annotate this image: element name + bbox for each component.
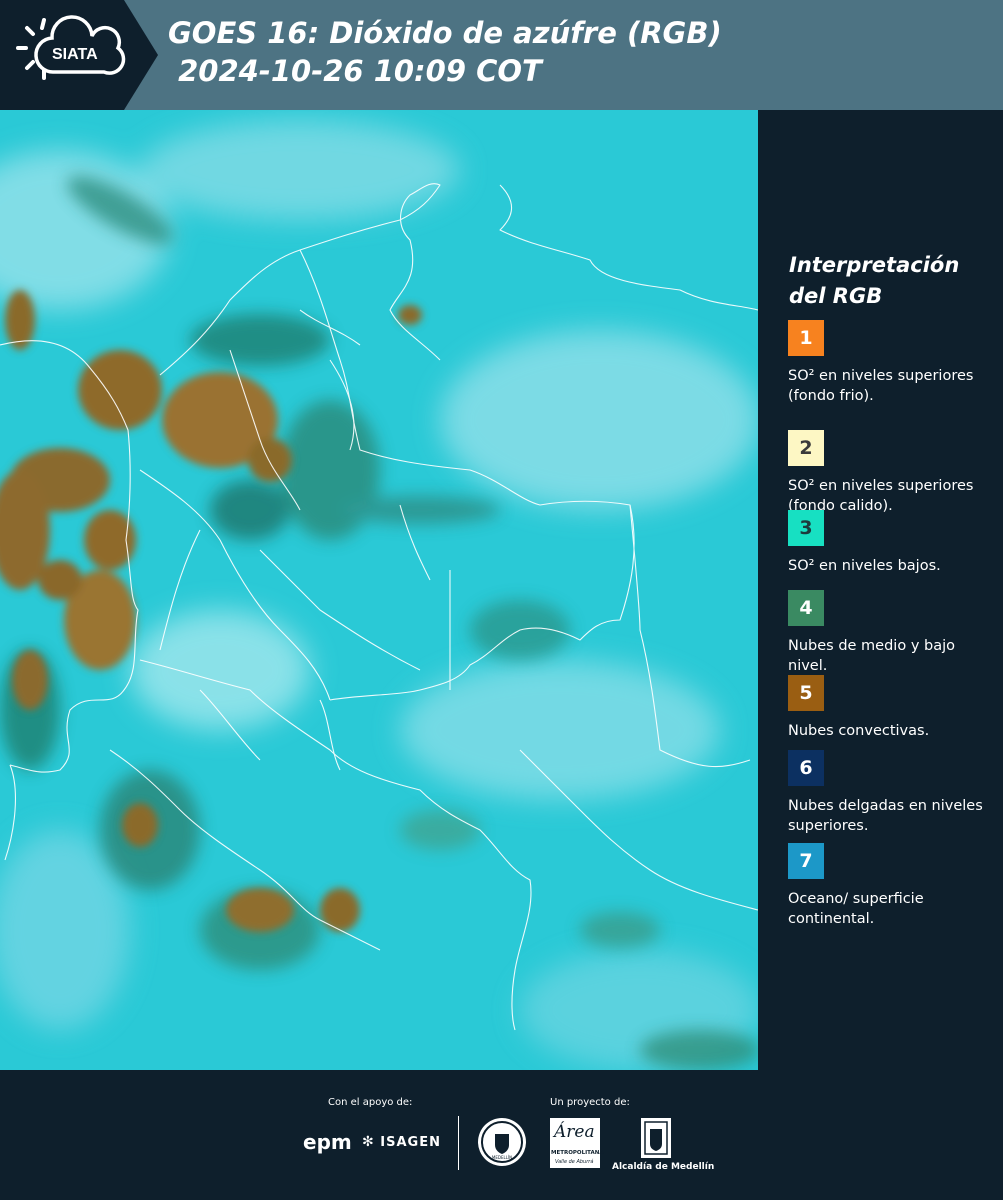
legend-swatch: 1 bbox=[788, 320, 824, 356]
legend-item-4: 4 Nubes de medio y bajo nivel. bbox=[788, 590, 993, 676]
area-logo-name: Área bbox=[554, 1122, 595, 1142]
area-logo-sub1: METROPOLITANA bbox=[551, 1150, 604, 1156]
legend-label: SO² en niveles bajos. bbox=[788, 558, 941, 574]
satellite-map[interactable] bbox=[0, 110, 758, 1070]
medellin-seal-logo: MEDELLÍN bbox=[478, 1118, 526, 1166]
legend-panel: Interpretación del RGB 1 SO² en niveles s… bbox=[758, 110, 1003, 1070]
coat-of-arms-icon bbox=[644, 1121, 668, 1155]
legend-label: SO² en niveles superiores (fondo frio). bbox=[788, 368, 974, 404]
epm-logo-text: epm bbox=[303, 1130, 352, 1154]
epm-logo: epm bbox=[303, 1130, 352, 1154]
legend-title: Interpretación del RGB bbox=[789, 253, 960, 308]
alcaldia-label: Alcaldía de Medellín bbox=[612, 1162, 715, 1172]
siata-logo: SIATA bbox=[0, 0, 158, 110]
legend-item-1: 1 SO² en niveles superiores (fondo frio). bbox=[788, 320, 993, 406]
alcaldia-logo bbox=[641, 1118, 671, 1158]
legend-item-6: 6 Nubes delgadas en niveles superiores. bbox=[788, 750, 993, 836]
title-datetime: 2024-10-26 10:09 COT bbox=[168, 54, 542, 88]
legend-item-2: 2 SO² en niveles superiores (fondo calido… bbox=[788, 430, 993, 516]
medellin-seal-text: MEDELLÍN bbox=[491, 1155, 513, 1160]
isagen-logo: ✻ ISAGEN bbox=[362, 1134, 441, 1150]
footer: Con el apoyo de: Un proyecto de: epm ✻ I… bbox=[0, 1070, 1003, 1200]
legend-swatch: 4 bbox=[788, 590, 824, 626]
legend-swatch: 6 bbox=[788, 750, 824, 786]
support-label: Con el apoyo de: bbox=[328, 1097, 413, 1108]
map-canvas bbox=[0, 110, 758, 1070]
legend-swatch: 3 bbox=[788, 510, 824, 546]
legend-label: Nubes de medio y bajo nivel. bbox=[788, 638, 955, 674]
legend-swatch: 7 bbox=[788, 843, 824, 879]
legend-item-5: 5 Nubes convectivas. bbox=[788, 675, 993, 741]
legend-swatch: 5 bbox=[788, 675, 824, 711]
footer-divider bbox=[458, 1116, 459, 1170]
legend-swatch: 2 bbox=[788, 430, 824, 466]
page-title: GOES 16: Dióxido de azúfre (RGB) 2024-10… bbox=[168, 14, 722, 90]
siata-logo-text: SIATA bbox=[52, 46, 98, 63]
legend-label: Oceano/ superficie continental. bbox=[788, 891, 924, 927]
legend-item-3: 3 SO² en niveles bajos. bbox=[788, 510, 993, 576]
legend-label: Nubes delgadas en niveles superiores. bbox=[788, 798, 983, 834]
isagen-logo-text: ISAGEN bbox=[380, 1135, 441, 1150]
header-bar: SIATA GOES 16: Dióxido de azúfre (RGB) 2… bbox=[0, 0, 1003, 110]
title-product: GOES 16: Dióxido de azúfre (RGB) bbox=[168, 16, 722, 50]
area-metropolitana-logo: Área METROPOLITANA Valle de Aburrá bbox=[550, 1118, 604, 1168]
area-logo-sub2: Valle de Aburrá bbox=[555, 1159, 594, 1165]
isagen-icon: ✻ bbox=[362, 1134, 375, 1150]
legend-label: Nubes convectivas. bbox=[788, 723, 930, 739]
legend-item-7: 7 Oceano/ superficie continental. bbox=[788, 843, 993, 929]
project-label: Un proyecto de: bbox=[550, 1097, 630, 1108]
